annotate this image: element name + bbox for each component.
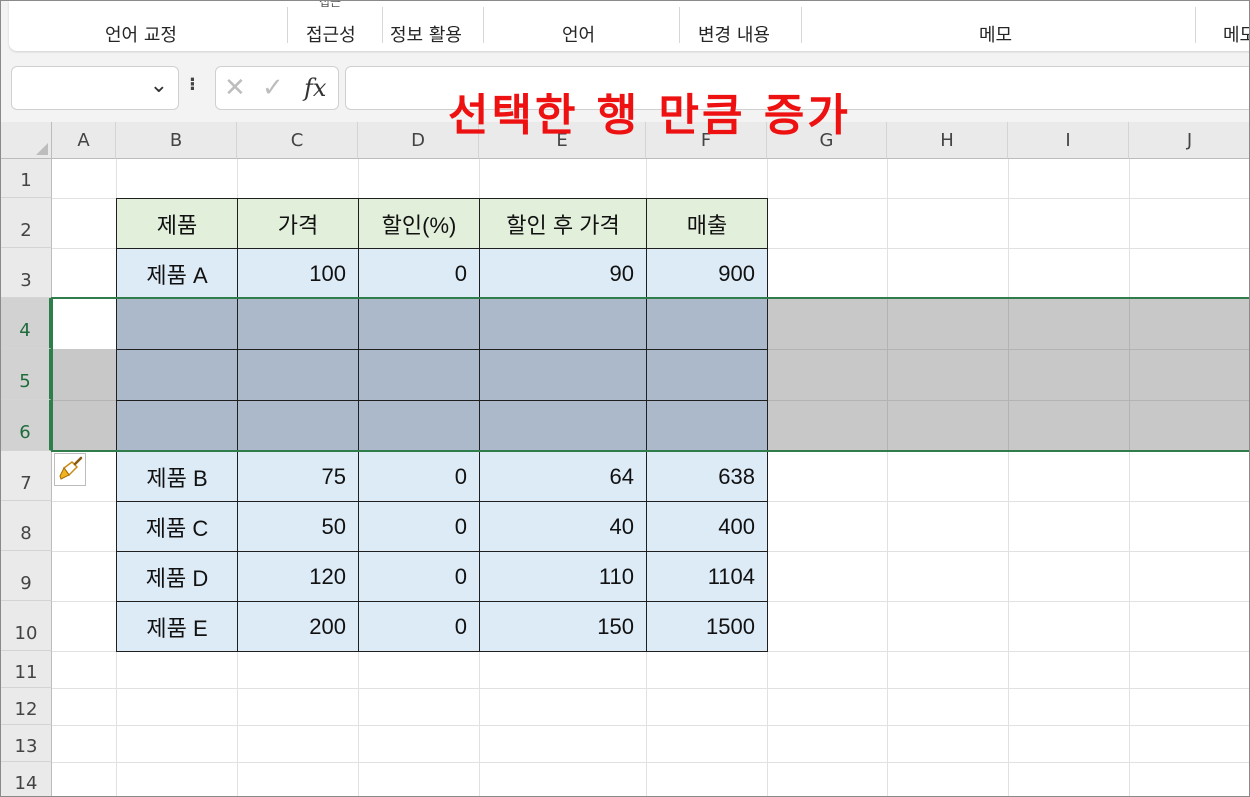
table-cell[interactable]: 0 [358,248,480,299]
row-header-10[interactable]: 10 [1,601,52,651]
annotation-text: 선택한 행 만큼 증가 [448,90,851,141]
table-cell[interactable]: 제품 B [116,451,238,502]
table-header-discount[interactable]: 할인(%) [358,198,480,249]
row-header-4[interactable]: 4 [1,298,52,349]
table-header-product[interactable]: 제품 [116,198,238,249]
table-cell[interactable]: 120 [237,551,359,602]
table-header-discounted-price[interactable]: 할인 후 가격 [479,198,647,249]
ribbon-group-changes: 변경 내용 [698,25,770,46]
table-cell[interactable]: 1104 [646,551,768,602]
table-cell[interactable]: 900 [646,248,768,299]
column-header-c[interactable]: C [237,122,358,159]
ribbon-separator [483,7,484,43]
paintbrush-icon [59,456,83,480]
table-cell[interactable]: 110 [479,551,647,602]
ribbon-group-notes: 메모 [1223,25,1249,46]
table-cell[interactable]: 638 [646,451,768,502]
ribbon-cut-label: 접근 [319,0,342,9]
row-header-9[interactable]: 9 [1,551,52,601]
row-header-11[interactable]: 11 [1,651,52,688]
gridline [52,762,1249,763]
ribbon-separator [679,7,680,43]
row-header-12[interactable]: 12 [1,688,52,725]
table-cell[interactable]: 제품 A [116,248,238,299]
row-header-8[interactable]: 8 [1,501,52,551]
name-box[interactable]: ⌄ [11,66,179,110]
formula-controls: ✕ ✓ fx [215,66,339,110]
table-header-price[interactable]: 가격 [237,198,359,249]
table-cell[interactable]: 150 [479,601,647,652]
table-cell[interactable]: 100 [237,248,359,299]
table-cell[interactable]: 0 [358,551,480,602]
ribbon-group-language: 언어 [562,25,596,46]
column-header-h[interactable]: H [887,122,1008,159]
select-all-button[interactable] [1,122,52,159]
column-header-i[interactable]: I [1008,122,1129,159]
ribbon-group-accessibility: 접근성 [306,25,356,46]
table-cell[interactable]: 0 [358,601,480,652]
ribbon-separator [382,7,383,43]
ribbon-group-comments: 메모 [979,25,1013,46]
enter-icon[interactable]: ✓ [262,73,284,103]
column-header-b[interactable]: B [116,122,237,159]
table-cell[interactable]: 1500 [646,601,768,652]
ribbon-group-insights: 정보 활용 [390,25,462,46]
gridline [1129,159,1130,796]
row-header-3[interactable]: 3 [1,248,52,298]
gridline [1008,159,1009,796]
column-header-a[interactable]: A [52,122,116,159]
table-cell[interactable]: 제품 C [116,501,238,552]
gridline [52,688,1249,689]
ribbon-group-proofing: 언어 교정 [105,25,177,46]
insert-function-icon[interactable]: fx [304,74,326,102]
table-cell[interactable]: 40 [479,501,647,552]
row-header-6[interactable]: 6 [1,400,52,451]
table-cell[interactable]: 제품 D [116,551,238,602]
chevron-down-icon[interactable]: ⌄ [150,73,168,98]
column-header-j[interactable]: J [1129,122,1249,159]
table-cell[interactable]: 제품 E [116,601,238,652]
gridline [887,159,888,796]
excel-window: 접근 언어 교정 접근성 정보 활용 언어 변경 내용 메모 메모 ⌄ ⁝ ✕ … [0,0,1250,797]
worksheet-grid[interactable]: A B C D E F G H I J 1 2 3 4 5 6 7 8 9 10… [1,122,1249,796]
row-header-7[interactable]: 7 [1,451,52,501]
gridline [52,725,1249,726]
row-header-5[interactable]: 5 [1,349,52,400]
insert-options-button[interactable] [54,453,86,486]
row-header-1[interactable]: 1 [1,159,52,198]
table-header-sales[interactable]: 매출 [646,198,768,249]
table-cell[interactable]: 400 [646,501,768,552]
row-header-2[interactable]: 2 [1,198,52,248]
table-cell[interactable]: 90 [479,248,647,299]
ribbon-separator [801,7,802,43]
table-cell[interactable]: 0 [358,501,480,552]
selection-border [51,297,1249,452]
ribbon-panel: 접근 언어 교정 접근성 정보 활용 언어 변경 내용 메모 메모 [9,0,1249,51]
table-cell[interactable]: 50 [237,501,359,552]
table-cell[interactable]: 64 [479,451,647,502]
more-options-icon[interactable]: ⁝ [189,74,196,95]
cancel-icon[interactable]: ✕ [224,73,246,103]
ribbon-separator [1195,7,1196,43]
row-header-14[interactable]: 14 [1,762,52,796]
table-cell[interactable]: 75 [237,451,359,502]
table-cell[interactable]: 200 [237,601,359,652]
ribbon-separator [287,7,288,43]
row-header-13[interactable]: 13 [1,725,52,762]
ribbon: 접근 언어 교정 접근성 정보 활용 언어 변경 내용 메모 메모 [1,0,1249,56]
table-cell[interactable]: 0 [358,451,480,502]
